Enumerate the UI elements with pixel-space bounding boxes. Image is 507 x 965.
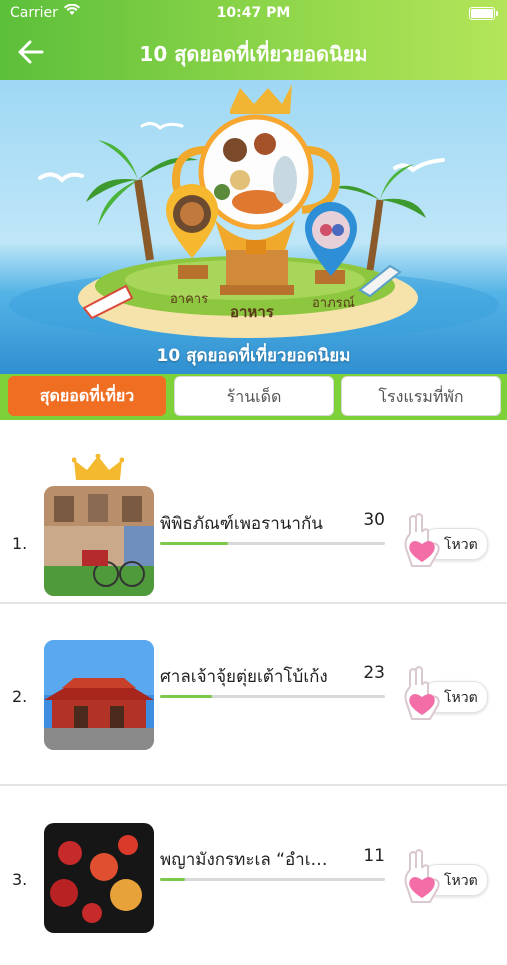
ranking-list: 1. พิพิธภัณฑ์เพอรานากัน 30 โหวต 2. ศาลเจ… — [0, 420, 507, 933]
crown-icon — [72, 454, 124, 480]
status-bar: Carrier 10:47 PM — [0, 0, 507, 28]
tab-hotels[interactable]: โรงแรมที่พัก — [341, 376, 501, 416]
island-illustration — [9, 84, 499, 341]
vote-count: 30 — [363, 510, 385, 530]
vote-button[interactable]: โหวต — [398, 663, 494, 727]
island-label-clothing: อาภรณ์ — [312, 296, 355, 311]
page-title: 10 สุดยอดที่เที่ยวยอดนิยม — [139, 42, 368, 66]
vote-button[interactable]: โหวต — [398, 846, 494, 910]
list-item[interactable]: 1. พิพิธภัณฑ์เพอรานากัน 30 โหวต — [0, 420, 507, 598]
vote-progress-bar — [160, 695, 385, 698]
row-divider — [0, 602, 507, 604]
vote-progress-fill — [160, 878, 185, 881]
vote-count: 23 — [363, 663, 385, 683]
attraction-thumbnail — [44, 640, 154, 750]
navigation-header: Carrier 10:47 PM 10 สุดยอดที่เที่ยวยอดนิ… — [0, 0, 507, 80]
status-time: 10:47 PM — [216, 5, 291, 21]
attraction-thumbnail — [44, 823, 154, 933]
vote-label: โหวต — [444, 537, 478, 553]
vote-label: โหวต — [444, 873, 478, 889]
attraction-thumbnail — [44, 486, 154, 596]
island-label-food: อาหาร — [230, 303, 274, 321]
rank-number: 3. — [12, 870, 28, 889]
rank-number: 2. — [12, 687, 28, 706]
hand-heart-icon — [404, 849, 440, 903]
battery-icon — [469, 7, 498, 20]
list-item[interactable]: 3. พญามังกรทะเล “อำเภอเมือง” 11 โหวต — [0, 787, 507, 965]
vote-label: โหวต — [444, 690, 478, 706]
back-arrow-icon[interactable] — [16, 38, 46, 66]
vote-progress-bar — [160, 542, 385, 545]
hand-heart-icon — [404, 666, 440, 720]
vote-progress-fill — [160, 542, 228, 545]
vote-progress-fill — [160, 695, 212, 698]
tab-top-attractions[interactable]: สุดยอดที่เที่ยว — [8, 376, 166, 416]
row-divider — [0, 784, 507, 786]
rank-number: 1. — [12, 534, 28, 553]
island-label-building: อาคาร — [170, 292, 209, 307]
hand-heart-icon — [404, 513, 440, 567]
category-tabs: สุดยอดที่เที่ยว ร้านเด็ด โรงแรมที่พัก — [0, 374, 507, 420]
list-item[interactable]: 2. ศาลเจ้าจุ้ยตุ่ยเต้าโบ้เก้ง 23 โหวต — [0, 605, 507, 783]
attraction-name: ศาลเจ้าจุ้ยตุ่ยเต้าโบ้เก้ง — [160, 667, 328, 687]
attraction-name: พิพิธภัณฑ์เพอรานากัน — [160, 514, 323, 534]
vote-progress-bar — [160, 878, 385, 881]
attraction-name: พญามังกรทะเล “อำเภอเมือง” — [160, 850, 335, 870]
vote-count: 11 — [363, 846, 385, 866]
banner-illustration: อาคาร อาหาร อาภรณ์ 10 สุดยอดที่เที่ยวยอด… — [0, 80, 507, 375]
banner-caption: 10 สุดยอดที่เที่ยวยอดนิยม — [156, 346, 351, 366]
tab-top-restaurants[interactable]: ร้านเด็ด — [174, 376, 334, 416]
vote-button[interactable]: โหวต — [398, 510, 494, 574]
